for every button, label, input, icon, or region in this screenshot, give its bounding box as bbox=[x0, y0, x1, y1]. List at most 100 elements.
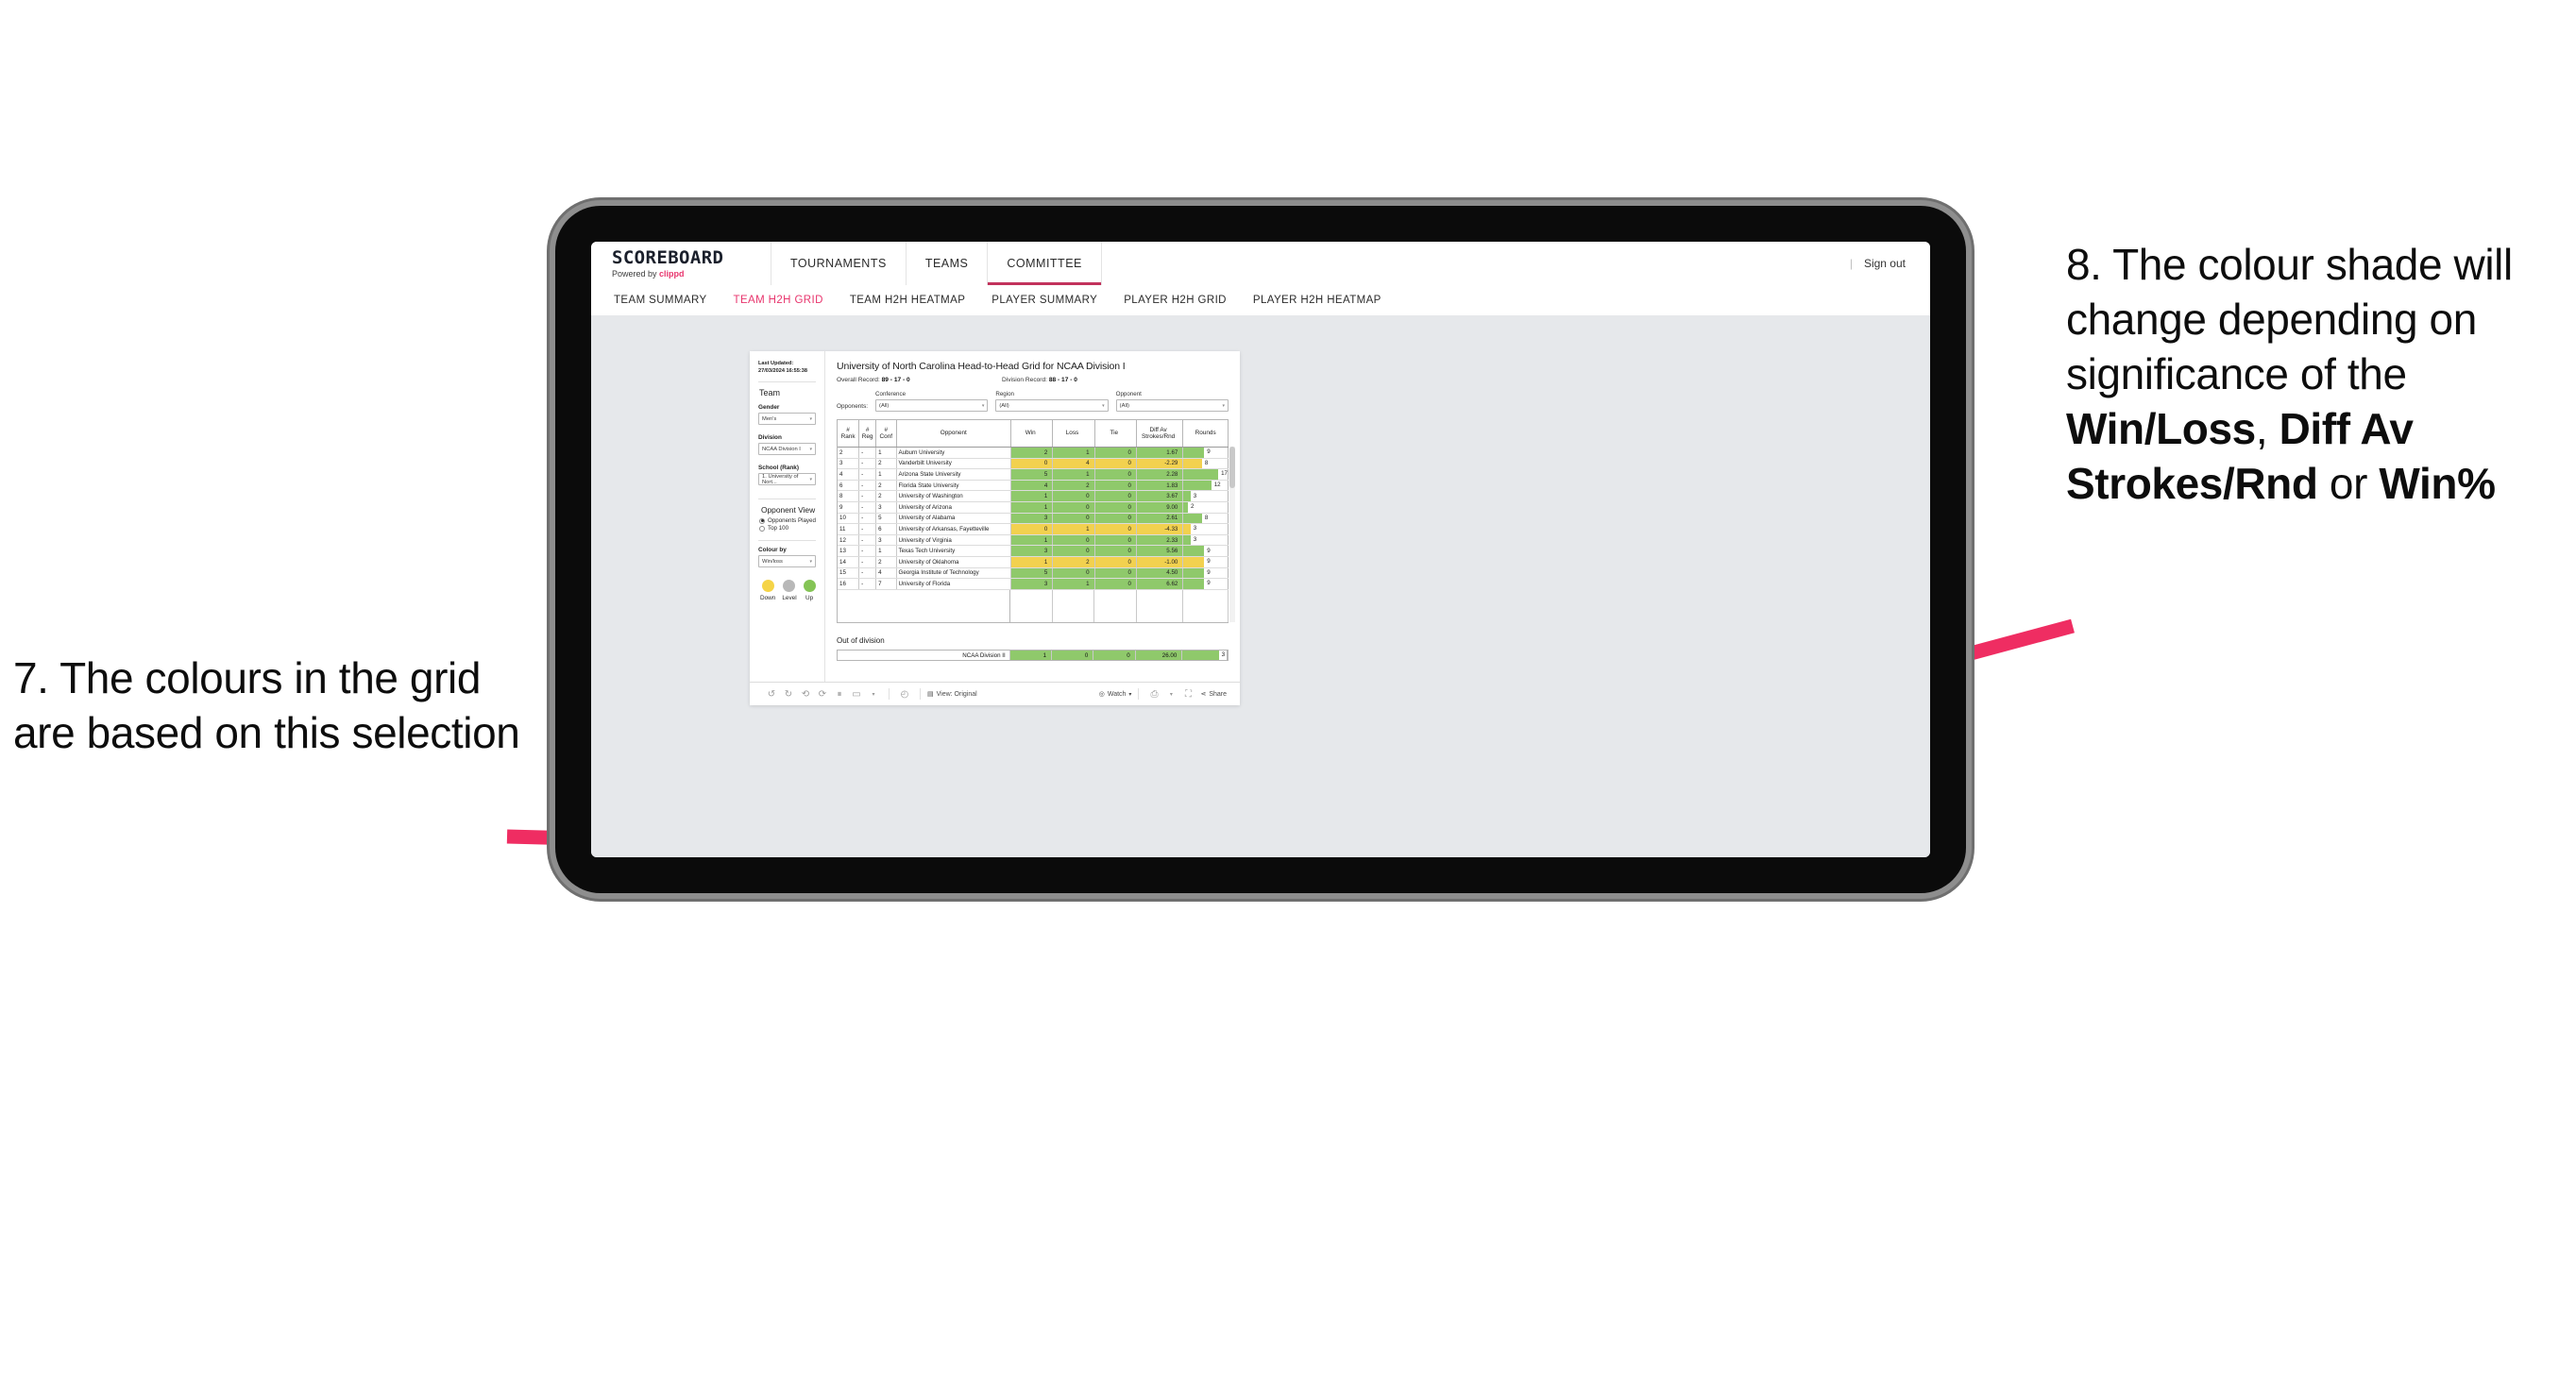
table-row[interactable]: 12-3 University of Virginia 1 0 0 2.33 3 bbox=[838, 534, 1229, 547]
cell-reg: - bbox=[859, 567, 877, 579]
school-select[interactable]: 1. University of Nort... ▾ bbox=[758, 473, 816, 486]
brand-logo: SCOREBOARD Powered by clippd bbox=[591, 242, 771, 285]
cell-tie: 0 bbox=[1094, 579, 1137, 589]
pause-icon[interactable]: ⏸ bbox=[831, 689, 848, 700]
alerts-icon[interactable]: ▭ bbox=[848, 689, 865, 700]
overall-record-label: Overall Record: bbox=[837, 377, 882, 383]
subnav-player-h2h-grid[interactable]: PLAYER H2H GRID bbox=[1110, 295, 1240, 306]
nav-committee[interactable]: COMMITTEE bbox=[988, 242, 1102, 285]
table-row[interactable]: 3-2 Vanderbilt University 0 4 0 -2.29 8 bbox=[838, 458, 1229, 470]
table-scrollbar-thumb[interactable] bbox=[1229, 447, 1235, 488]
sign-out-label[interactable]: Sign out bbox=[1864, 257, 1906, 270]
cell-diff: 9.00 bbox=[1136, 501, 1184, 513]
cell-loss: 0 bbox=[1053, 491, 1095, 501]
rounds-bar bbox=[1183, 480, 1212, 491]
table-row[interactable]: 2-1 Auburn University 2 1 0 1.67 9 bbox=[838, 448, 1229, 459]
table-row[interactable]: 4-1 Arizona State University 5 1 0 2.28 17 bbox=[838, 469, 1229, 481]
table-row[interactable]: 16-7 University of Florida 3 1 0 6.62 9 bbox=[838, 579, 1229, 590]
revert-icon[interactable]: ⟲ bbox=[797, 689, 814, 700]
cell-opponent: Arizona State University bbox=[897, 469, 1012, 480]
nav-teams[interactable]: TEAMS bbox=[907, 242, 989, 285]
view-label: View: Original bbox=[936, 690, 977, 698]
table-row[interactable]: 6-2 Florida State University 4 2 0 1.83 12 bbox=[838, 480, 1229, 492]
cell-conf: 4 bbox=[876, 567, 897, 579]
subnav-team-h2h-heatmap[interactable]: TEAM H2H HEATMAP bbox=[837, 295, 978, 306]
cell-diff: 2.61 bbox=[1136, 513, 1184, 524]
cell-reg: - bbox=[859, 480, 877, 491]
col-header-rounds: Rounds bbox=[1183, 420, 1229, 447]
cell-win: 1 bbox=[1011, 534, 1054, 546]
gender-select[interactable]: Men's ▾ bbox=[758, 413, 816, 426]
cell-conf: 2 bbox=[876, 458, 897, 469]
caret-down-icon-2[interactable]: ▾ bbox=[1162, 691, 1179, 698]
legend-label-up: Up bbox=[805, 595, 814, 602]
cell-reg: - bbox=[859, 501, 877, 513]
watch-button[interactable]: ◎ Watch ▾ bbox=[1099, 690, 1132, 699]
cell-reg: - bbox=[859, 556, 877, 567]
brand-tagline-clippd: clippd bbox=[659, 268, 685, 279]
radio-opponents-played[interactable]: Opponents Played bbox=[759, 517, 816, 524]
refresh-icon[interactable]: ⟳ bbox=[814, 689, 831, 700]
filter-opponent-select[interactable]: (All) ▾ bbox=[1115, 399, 1229, 412]
sub-nav: TEAM SUMMARY TEAM H2H GRID TEAM H2H HEAT… bbox=[591, 285, 1930, 316]
filter-region-select[interactable]: (All) ▾ bbox=[995, 399, 1109, 412]
caret-down-icon[interactable]: ▾ bbox=[865, 691, 882, 698]
sign-out-area[interactable]: | Sign out bbox=[1825, 242, 1930, 285]
undo-icon[interactable]: ↺ bbox=[763, 689, 780, 700]
table-row[interactable]: 9-3 University of Arizona 1 0 0 9.00 2 bbox=[838, 501, 1229, 514]
cell-conf: 5 bbox=[876, 513, 897, 524]
filter-opponent-label: Opponent bbox=[1115, 391, 1142, 397]
fullscreen-icon[interactable]: ⛶ bbox=[1179, 689, 1196, 700]
blank-win bbox=[1010, 589, 1053, 622]
nav-tournaments[interactable]: TOURNAMENTS bbox=[771, 242, 907, 285]
radio-label-top-100: Top 100 bbox=[768, 525, 789, 532]
col-header-conf-l2: Conf bbox=[879, 433, 893, 440]
subnav-player-summary[interactable]: PLAYER SUMMARY bbox=[978, 295, 1110, 306]
out-of-division-row: NCAA Division II 1 0 0 26.00 3 bbox=[838, 650, 1228, 661]
cell-win: 1 bbox=[1011, 491, 1054, 501]
cell-tie: 0 bbox=[1094, 567, 1137, 579]
clock-icon[interactable]: ◴ bbox=[896, 689, 913, 700]
table-row[interactable]: 11-6 University of Arkansas, Fayetteville… bbox=[838, 524, 1229, 535]
rounds-value: 12 bbox=[1213, 481, 1221, 488]
cell-tie: 0 bbox=[1094, 480, 1137, 491]
table-row[interactable]: 10-5 University of Alabama 3 0 0 2.61 8 bbox=[838, 513, 1229, 525]
cell-reg: - bbox=[859, 469, 877, 480]
cell-reg: - bbox=[859, 458, 877, 469]
ood-rounds: 3 bbox=[1182, 650, 1228, 661]
filter-conference-select[interactable]: (All) ▾ bbox=[875, 399, 989, 412]
out-of-division-heading: Out of division bbox=[837, 635, 885, 645]
cell-win: 5 bbox=[1011, 469, 1054, 480]
share-button[interactable]: ⋖ Share bbox=[1200, 690, 1227, 699]
division-select[interactable]: NCAA Division I ▾ bbox=[758, 443, 816, 456]
cell-rank: 14 bbox=[838, 556, 860, 567]
cell-tie: 0 bbox=[1094, 524, 1137, 534]
table-row[interactable]: 8-2 University of Washington 1 0 0 3.67 3 bbox=[838, 491, 1229, 502]
cell-rounds: 8 bbox=[1183, 513, 1229, 524]
cell-conf: 2 bbox=[876, 480, 897, 491]
subnav-team-summary[interactable]: TEAM SUMMARY bbox=[591, 295, 720, 306]
radio-top-100[interactable]: Top 100 bbox=[759, 525, 816, 532]
cell-diff: 4.50 bbox=[1136, 567, 1184, 579]
table-row[interactable]: 15-4 Georgia Institute of Technology 5 0 0 4.… bbox=[838, 567, 1229, 580]
view-original-button[interactable]: ▤ View: Original bbox=[927, 690, 977, 699]
table-row[interactable]: 13-1 Texas Tech University 3 0 0 5.56 9 bbox=[838, 546, 1229, 557]
subnav-player-h2h-heatmap[interactable]: PLAYER H2H HEATMAP bbox=[1240, 295, 1395, 306]
colour-by-label: Colour by bbox=[758, 547, 787, 554]
rounds-bar bbox=[1183, 567, 1205, 579]
cell-rank: 8 bbox=[838, 491, 860, 501]
cell-loss: 0 bbox=[1053, 534, 1095, 546]
download-icon[interactable]: ⎙ bbox=[1145, 689, 1162, 700]
subnav-team-h2h-grid[interactable]: TEAM H2H GRID bbox=[720, 295, 837, 306]
radio-icon-selected bbox=[759, 517, 765, 524]
chevron-down-icon: ▾ bbox=[1128, 691, 1132, 698]
cell-rank: 11 bbox=[838, 524, 860, 534]
rounds-value: 3 bbox=[1193, 492, 1197, 499]
cell-win: 2 bbox=[1011, 448, 1054, 458]
viz-main: University of North Carolina Head-to-Hea… bbox=[825, 351, 1240, 682]
redo-icon[interactable]: ↻ bbox=[780, 689, 797, 700]
col-header-diff-l2: Strokes/Rnd bbox=[1142, 433, 1176, 440]
table-row[interactable]: 14-2 University of Oklahoma 1 2 0 -1.00 9 bbox=[838, 556, 1229, 568]
colour-by-select[interactable]: Win/loss ▾ bbox=[758, 555, 816, 568]
